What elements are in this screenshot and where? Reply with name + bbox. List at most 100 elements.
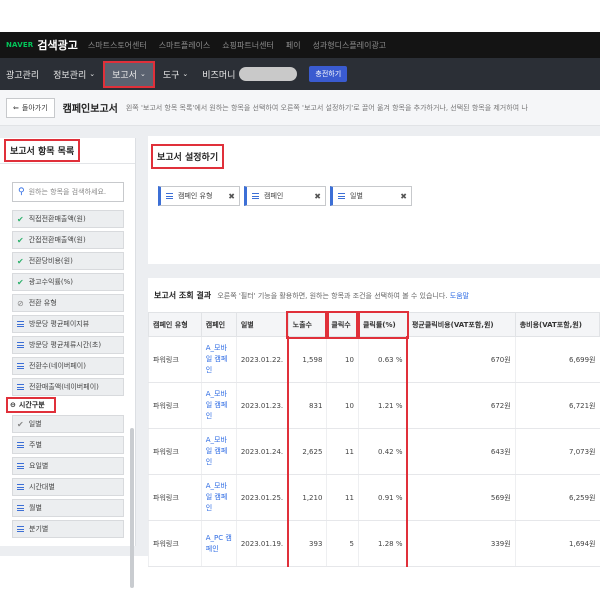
col-campaign[interactable]: 캠페인 <box>200 312 237 337</box>
col-clicks[interactable]: 클릭수 <box>324 310 361 339</box>
list-item[interactable]: ✔ 간접전환매출액(원) <box>12 231 124 249</box>
cell-clicks: 10 <box>326 336 359 383</box>
list-item[interactable]: 방문당 평균체류시간(초) <box>12 336 124 354</box>
cell-total-cost: 7,073원 <box>514 428 600 475</box>
page-header: ⇐ 돌아가기 캠페인보고서 왼쪽 '보고서 항목 목록'에서 원하는 항목을 선… <box>0 90 600 126</box>
top-link-smartplace[interactable]: 스마트플레이스 <box>159 40 211 51</box>
search-placeholder: 원하는 항목을 검색하세요. <box>28 188 107 196</box>
top-link-display-ads[interactable]: 성과형디스플레이광고 <box>313 40 387 51</box>
cell-campaign-link[interactable]: A_PC 캠페인 <box>200 520 237 567</box>
col-campaign-type[interactable]: 캠페인 유형 <box>148 312 202 337</box>
cell-type: 파워링크 <box>148 336 202 383</box>
selected-chip[interactable]: 일별 ✖ <box>330 186 412 206</box>
results-header: 보고서 조회 결과 오른쪽 '필터' 기능을 활용하면, 원하는 항목과 조건을… <box>154 290 469 301</box>
help-link[interactable]: 도움말 <box>450 292 469 300</box>
cell-campaign-link[interactable]: A_모바일 캠페인 <box>200 382 237 429</box>
check-icon: ✔ <box>17 256 24 266</box>
nav-ad-management[interactable]: 광고관리 <box>6 68 39 81</box>
close-icon[interactable]: ✖ <box>314 192 321 201</box>
list-item[interactable]: 방문당 평균페이지뷰 <box>12 315 124 333</box>
arrow-left-icon: ⇐ <box>13 103 19 112</box>
list-item[interactable]: ✔ 광고수익률(%) <box>12 273 124 291</box>
cell-type: 파워링크 <box>148 474 202 521</box>
list-item[interactable]: 전환수(네이버페이) <box>12 357 124 375</box>
scrollbar[interactable] <box>130 428 134 588</box>
cell-impressions: 2,625 <box>287 428 327 475</box>
selected-items: 캠페인 유형 ✖ 캠페인 ✖ 일별 ✖ <box>158 186 412 206</box>
chevron-down-icon: ⌄ <box>139 70 146 78</box>
col-ctr[interactable]: 클릭률(%) <box>356 310 410 339</box>
cell-date: 2023.01.24. <box>235 428 289 475</box>
col-date[interactable]: 일별 <box>235 312 289 337</box>
cell-ctr: 0.91 % <box>357 474 409 521</box>
item-label: 전환수(네이버페이) <box>29 362 86 370</box>
drag-handle-icon <box>17 321 24 327</box>
drag-handle-icon <box>17 526 24 532</box>
nav-info-management[interactable]: 정보관리 ⌄ <box>53 68 95 81</box>
table-row: 파워링크 A_모바일 캠페인 2023.01.24. 2,625 11 0.42… <box>148 428 600 475</box>
report-items-header: 보고서 항목 목록 <box>0 138 135 164</box>
cell-campaign-link[interactable]: A_모바일 캠페인 <box>200 428 237 475</box>
cell-total-cost: 1,694원 <box>514 520 600 567</box>
top-link-pay[interactable]: 페이 <box>286 40 301 51</box>
item-label: 광고수익률(%) <box>28 278 74 286</box>
item-search-input[interactable]: ⚲ 원하는 항목을 검색하세요. <box>12 182 124 202</box>
charge-button[interactable]: 충전하기 <box>309 66 348 82</box>
cell-clicks: 5 <box>326 520 359 567</box>
col-avg-cpc[interactable]: 평균클릭비용(VAT포함,원) <box>406 312 516 337</box>
list-item[interactable]: ⊘ 전환 유형 <box>12 294 124 312</box>
table-row: 파워링크 A_모바일 캠페인 2023.01.22. 1,598 10 0.63… <box>148 336 600 383</box>
list-item[interactable]: 시간대별 <box>12 478 124 496</box>
screenshot-frame: NAVER 검색광고 스마트스토어센터 스마트플레이스 쇼핑파트너센터 페이 성… <box>0 0 600 600</box>
chevron-down-icon: ⌄ <box>89 70 96 78</box>
cell-avg-cpc: 643원 <box>406 428 516 475</box>
drag-handle-icon <box>17 505 24 511</box>
check-icon: ✔ <box>17 419 24 429</box>
top-link-shopping-partner[interactable]: 쇼핑파트너센터 <box>222 40 274 51</box>
cell-campaign-link[interactable]: A_모바일 캠페인 <box>200 336 237 383</box>
list-item[interactable]: 월별 <box>12 499 124 517</box>
cell-type: 파워링크 <box>148 382 202 429</box>
top-link-smartstore[interactable]: 스마트스토어센터 <box>88 40 147 51</box>
selected-chip[interactable]: 캠페인 유형 ✖ <box>158 186 240 206</box>
list-item[interactable]: 분기별 <box>12 520 124 538</box>
report-settings-panel: 보고서 설정하기 캠페인 유형 ✖ 캠페인 ✖ 일별 ✖ <box>148 136 600 264</box>
item-label: 요일별 <box>29 462 49 470</box>
nav-reports[interactable]: 보고서 ⌄ <box>103 60 155 88</box>
col-impressions[interactable]: 노출수 <box>286 310 329 339</box>
list-item[interactable]: 요일별 <box>12 457 124 475</box>
item-label: 간접전환매출액(원) <box>28 236 86 244</box>
cell-campaign-link[interactable]: A_모바일 캠페인 <box>200 474 237 521</box>
list-item[interactable]: 전환매출액(네이버페이) <box>12 378 124 396</box>
time-section-toggle[interactable]: ⊖ 시간구분 <box>6 397 56 413</box>
table-row: 파워링크 A_모바일 캠페인 2023.01.23. 831 10 1.21 %… <box>148 382 600 429</box>
col-total-cost[interactable]: 총비용(VAT포함,원) <box>514 312 600 337</box>
list-item[interactable]: 주별 <box>12 436 124 454</box>
report-results-panel: 보고서 조회 결과 오른쪽 '필터' 기능을 활용하면, 원하는 항목과 조건을… <box>148 278 600 567</box>
product-title[interactable]: 검색광고 <box>37 37 77 53</box>
drag-handle-icon <box>17 342 24 348</box>
report-items-title: 보고서 항목 목록 <box>3 139 81 162</box>
bizmoney-balance-redacted <box>239 67 298 81</box>
list-item[interactable]: ✔ 일별 <box>12 415 124 433</box>
cell-avg-cpc: 670원 <box>406 336 516 383</box>
results-description: 오른쪽 '필터' 기능을 활용하면, 원하는 항목과 조건을 선택하여 볼 수 … <box>217 292 448 300</box>
chip-label: 캠페인 <box>264 192 284 200</box>
nav-tools[interactable]: 도구 ⌄ <box>163 68 188 81</box>
list-item[interactable]: ✔ 전환당비용(원) <box>12 252 124 270</box>
cell-ctr: 0.63 % <box>357 336 409 383</box>
results-title: 보고서 조회 결과 <box>154 291 212 300</box>
selected-chip[interactable]: 캠페인 ✖ <box>244 186 326 206</box>
chip-label: 일별 <box>350 192 363 200</box>
cell-clicks: 11 <box>326 428 359 475</box>
back-button[interactable]: ⇐ 돌아가기 <box>6 97 55 118</box>
close-icon[interactable]: ✖ <box>228 192 235 201</box>
report-items-panel: 보고서 항목 목록 ⚲ 원하는 항목을 검색하세요. ✔ 직접전환매출액(원) ✔… <box>0 138 136 588</box>
close-icon[interactable]: ✖ <box>400 192 407 201</box>
table-row: 파워링크 A_PC 캠페인 2023.01.19. 393 5 1.28 % 3… <box>148 520 600 567</box>
cell-type: 파워링크 <box>148 428 202 475</box>
naver-logo[interactable]: NAVER <box>6 41 33 49</box>
cell-clicks: 10 <box>326 382 359 429</box>
report-item-list: ✔ 직접전환매출액(원) ✔ 간접전환매출액(원) ✔ 전환당비용(원) ✔ 광고수익률… <box>6 210 124 541</box>
list-item[interactable]: ✔ 직접전환매출액(원) <box>12 210 124 228</box>
